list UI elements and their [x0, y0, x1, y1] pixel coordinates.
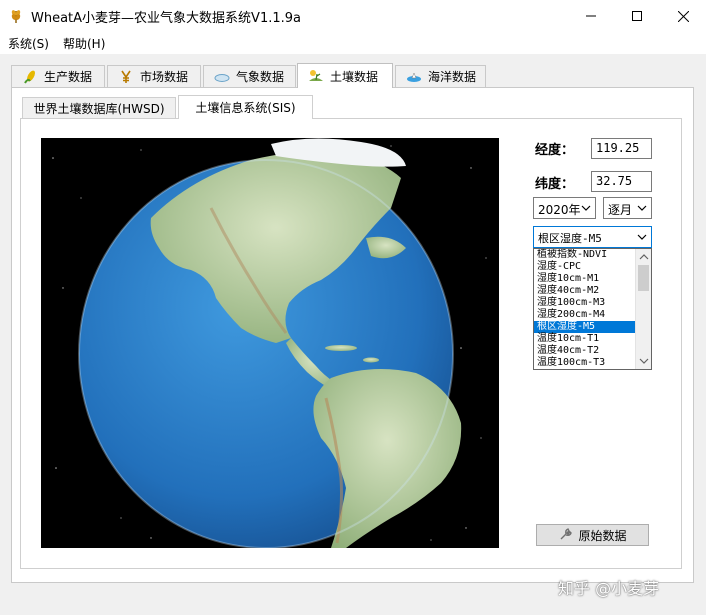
period-select-value: 逐月 [608, 203, 633, 217]
dropdown-items: 植被指数-NDVI 湿度-CPC 湿度10cm-M1 湿度40cm-M2 湿度100cm… [534, 249, 651, 369]
longitude-input[interactable]: 119.25 [591, 138, 652, 159]
year-select[interactable]: 2020年 [533, 197, 596, 219]
dropdown-option[interactable]: 湿度-CPC [534, 261, 651, 273]
tab-label: 土壤数据 [330, 69, 379, 84]
dropdown-option[interactable]: 根区湿度-M5 [534, 321, 651, 333]
chevron-down-icon [581, 205, 591, 211]
tab-market[interactable]: 市场数据 [107, 65, 201, 87]
scroll-up-icon[interactable] [639, 252, 649, 262]
scroll-down-icon[interactable] [639, 356, 649, 366]
latitude-label: 纬度： [535, 177, 575, 192]
tab-label: 市场数据 [140, 70, 189, 84]
subtab-label: 世界土壤数据库(HWSD) [33, 101, 165, 116]
tab-ocean[interactable]: 海洋数据 [395, 65, 486, 87]
yen-icon [121, 70, 131, 83]
tab-production[interactable]: 生产数据 [11, 65, 105, 87]
minimize-button[interactable] [568, 0, 614, 32]
maximize-button[interactable] [614, 0, 660, 32]
tab-soil[interactable]: 土壤数据 [297, 63, 393, 88]
period-select[interactable]: 逐月 [603, 197, 652, 219]
title-bar: WheatA小麦芽—农业气象大数据系统V1.1.9a [0, 0, 706, 32]
subtab-sis[interactable]: 土壤信息系统(SIS) [178, 95, 313, 119]
close-button[interactable] [660, 0, 706, 32]
menu-help[interactable]: 帮助(H) [63, 35, 105, 52]
dropdown-option[interactable]: 温度40cm-T2 [534, 345, 651, 357]
dropdown-option[interactable]: 温度100cm-T3 [534, 357, 651, 369]
variable-select[interactable]: 根区湿度-M5 [533, 226, 652, 248]
close-icon [677, 10, 689, 22]
raw-data-button-label: 原始数据 [578, 528, 627, 543]
wrench-icon [560, 528, 573, 540]
longitude-label: 经度： [535, 143, 575, 158]
menu-bar: 系统(S) 帮助(H) [0, 32, 706, 54]
minimize-icon [586, 15, 596, 17]
tab-label: 生产数据 [44, 70, 93, 84]
scroll-thumb[interactable] [638, 265, 649, 291]
corn-icon [24, 70, 35, 84]
chevron-down-icon [637, 205, 647, 211]
dropdown-option[interactable]: 湿度40cm-M2 [534, 285, 651, 297]
dropdown-scrollbar[interactable] [635, 249, 651, 369]
dropdown-option[interactable]: 湿度100cm-M3 [534, 297, 651, 309]
cloud-icon [214, 73, 230, 82]
ocean-icon [407, 71, 421, 82]
globe-graphic [52, 138, 487, 548]
dropdown-option[interactable]: 湿度10cm-M1 [534, 273, 651, 285]
dropdown-option[interactable]: 湿度200cm-M4 [534, 309, 651, 321]
menu-system[interactable]: 系统(S) [8, 35, 49, 52]
window-title: WheatA小麦芽—农业气象大数据系统V1.1.9a [31, 11, 301, 26]
tab-label: 气象数据 [236, 70, 285, 84]
maximize-icon [632, 11, 642, 21]
subtab-hwsd[interactable]: 世界土壤数据库(HWSD) [22, 97, 176, 118]
subtab-label: 土壤信息系统(SIS) [195, 101, 296, 115]
globe-image [41, 138, 499, 548]
dropdown-option[interactable]: 温度10cm-T1 [534, 333, 651, 345]
latitude-input[interactable]: 32.75 [591, 171, 652, 192]
tab-weather[interactable]: 气象数据 [203, 65, 296, 87]
soil-icon [309, 70, 323, 81]
year-select-value: 2020年 [538, 203, 581, 217]
dropdown-option[interactable]: 植被指数-NDVI [534, 249, 651, 261]
variable-dropdown-list[interactable]: 植被指数-NDVI 湿度-CPC 湿度10cm-M1 湿度40cm-M2 湿度100cm… [533, 248, 652, 370]
watermark: 知乎 @小麦芽 [558, 579, 660, 598]
wheat-icon [11, 10, 21, 23]
tab-label: 海洋数据 [428, 70, 477, 84]
variable-select-value: 根区湿度-M5 [538, 232, 602, 245]
chevron-down-icon [637, 234, 647, 240]
raw-data-button[interactable]: 原始数据 [536, 524, 649, 546]
